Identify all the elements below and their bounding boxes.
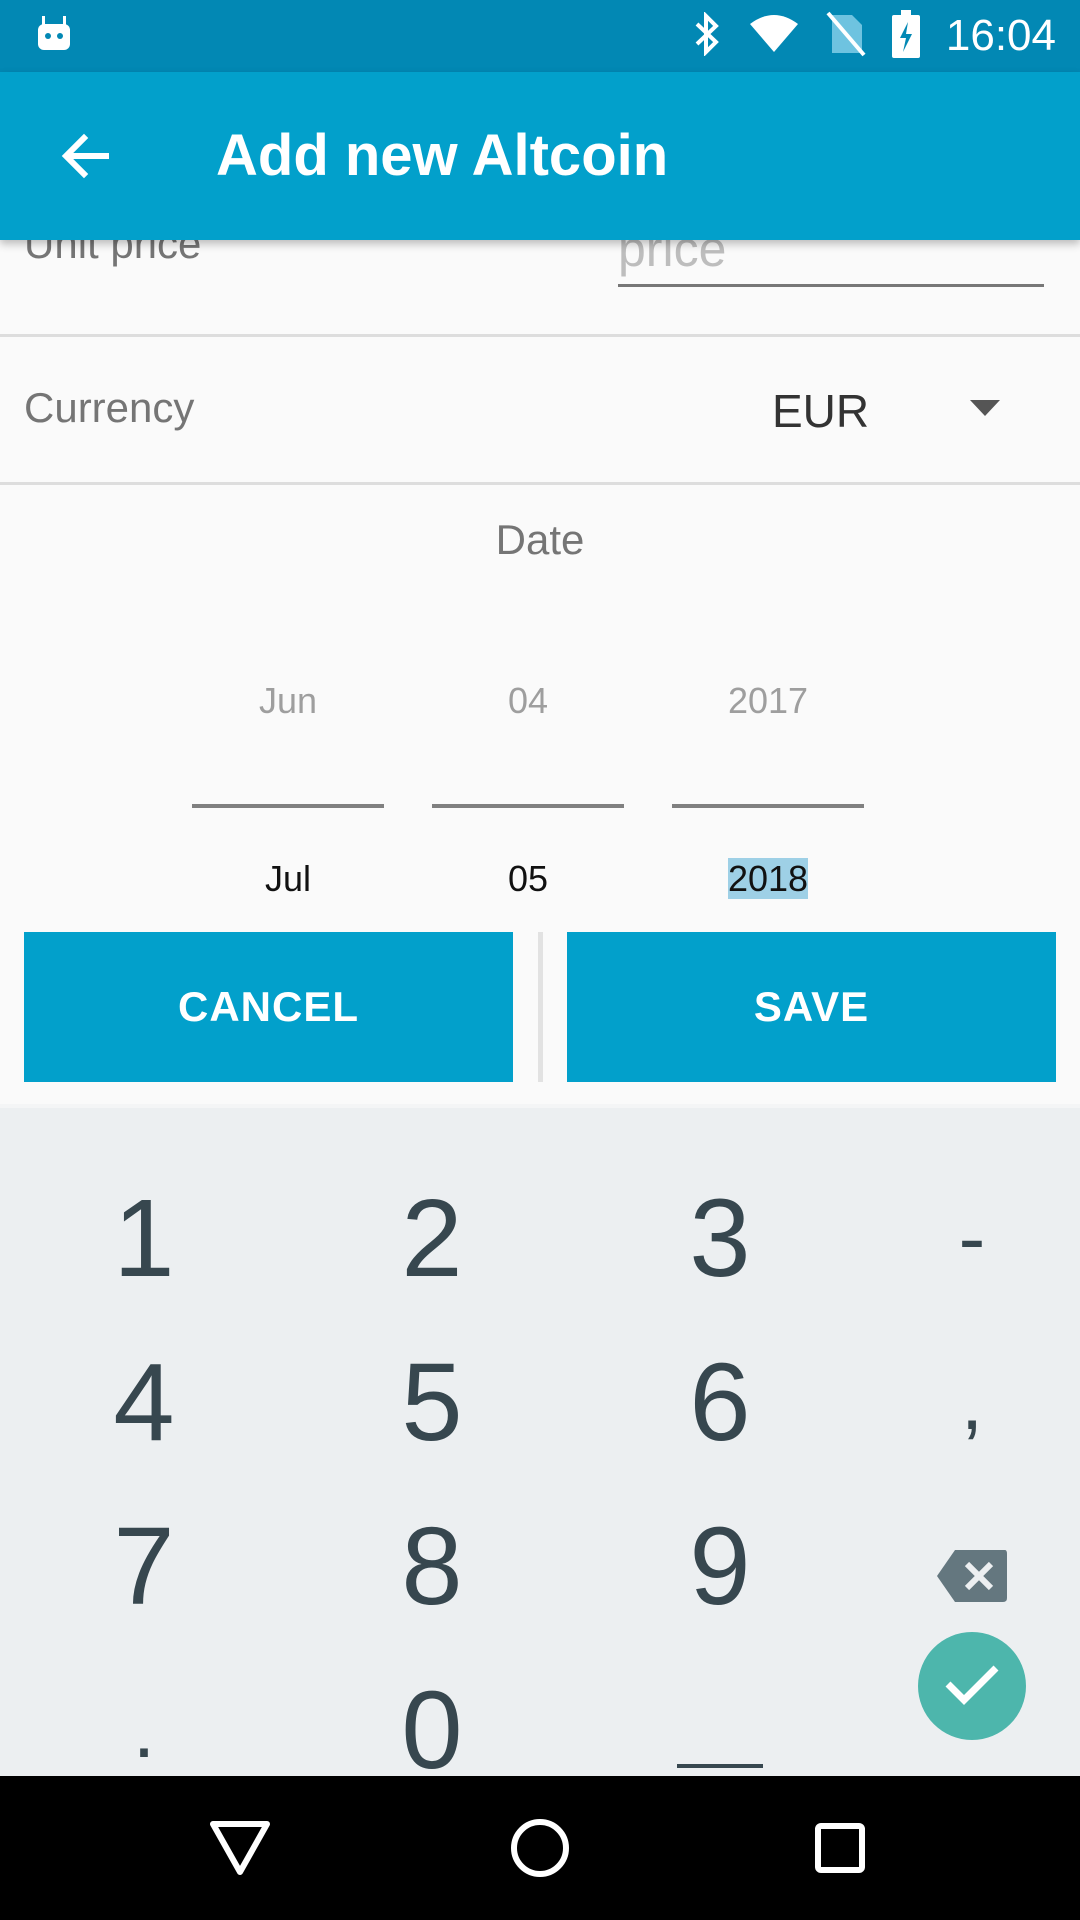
status-bar: 16:04 bbox=[0, 0, 1080, 72]
divider bbox=[0, 482, 1080, 485]
done-key[interactable] bbox=[918, 1632, 1026, 1740]
price-input[interactable] bbox=[618, 240, 1044, 287]
home-circle-icon[interactable] bbox=[500, 1808, 580, 1888]
page-title: Add new Altcoin bbox=[216, 123, 669, 188]
unit-price-row: Unit price bbox=[0, 240, 1080, 320]
currency-label: Currency bbox=[24, 384, 195, 431]
numeric-keypad: 1 2 3 - 4 5 6 , 7 8 9 . 0 bbox=[0, 1104, 1080, 1792]
key-5[interactable]: 5 bbox=[332, 1332, 532, 1472]
year-picker[interactable]: 2017 2018 bbox=[672, 680, 864, 960]
key-1[interactable]: 1 bbox=[44, 1168, 244, 1308]
picker-divider bbox=[432, 804, 624, 808]
unit-price-label: Unit price bbox=[24, 240, 202, 267]
backspace-key[interactable] bbox=[872, 1496, 1072, 1636]
currency-dropdown[interactable]: EUR bbox=[740, 368, 1040, 448]
status-time: 16:04 bbox=[945, 11, 1056, 60]
key-9[interactable]: 9 bbox=[620, 1496, 820, 1636]
cancel-button[interactable]: CANCEL bbox=[24, 932, 513, 1082]
currency-row: Currency EUR bbox=[0, 338, 1080, 482]
arrow-back-icon[interactable] bbox=[56, 126, 116, 186]
checkmark-icon bbox=[942, 1662, 1002, 1711]
month-current[interactable]: Jul bbox=[192, 858, 384, 900]
recents-square-icon[interactable] bbox=[800, 1808, 880, 1888]
month-prev[interactable]: Jun bbox=[192, 680, 384, 722]
dropdown-arrow-icon bbox=[968, 398, 1002, 423]
day-current[interactable]: 05 bbox=[432, 858, 624, 900]
status-icons: 16:04 bbox=[692, 0, 1056, 72]
year-current-text[interactable]: 2018 bbox=[727, 858, 809, 899]
key-7[interactable]: 7 bbox=[44, 1496, 244, 1636]
divider bbox=[0, 334, 1080, 337]
button-separator bbox=[538, 932, 543, 1082]
backspace-icon bbox=[935, 1503, 1009, 1630]
key-8[interactable]: 8 bbox=[332, 1496, 532, 1636]
day-picker[interactable]: 04 05 bbox=[432, 680, 624, 960]
key-6[interactable]: 6 bbox=[620, 1332, 820, 1472]
form-content: Unit price Currency EUR Date Jun Jul 04 … bbox=[0, 240, 1080, 1110]
key-2[interactable]: 2 bbox=[332, 1168, 532, 1308]
year-prev[interactable]: 2017 bbox=[672, 680, 864, 722]
app-bar: Add new Altcoin bbox=[0, 72, 1080, 240]
picker-divider bbox=[192, 804, 384, 808]
key-3[interactable]: 3 bbox=[620, 1168, 820, 1308]
navigation-bar bbox=[0, 1776, 1080, 1920]
back-triangle-icon[interactable] bbox=[200, 1808, 280, 1888]
key-comma[interactable]: , bbox=[872, 1332, 1072, 1472]
key-4[interactable]: 4 bbox=[44, 1332, 244, 1472]
year-current[interactable]: 2018 bbox=[672, 858, 864, 900]
space-bar-icon bbox=[677, 1667, 763, 1794]
currency-value: EUR bbox=[772, 385, 870, 437]
battery-charging-icon bbox=[891, 9, 920, 63]
save-button[interactable]: SAVE bbox=[567, 932, 1056, 1082]
no-sim-icon bbox=[826, 11, 866, 62]
android-icon bbox=[34, 14, 74, 59]
picker-divider bbox=[672, 804, 864, 808]
wifi-icon bbox=[748, 14, 800, 59]
key-minus[interactable]: - bbox=[872, 1168, 1072, 1308]
date-label: Date bbox=[495, 516, 585, 563]
bluetooth-icon bbox=[692, 10, 722, 61]
month-picker[interactable]: Jun Jul bbox=[192, 680, 384, 960]
day-prev[interactable]: 04 bbox=[432, 680, 624, 722]
